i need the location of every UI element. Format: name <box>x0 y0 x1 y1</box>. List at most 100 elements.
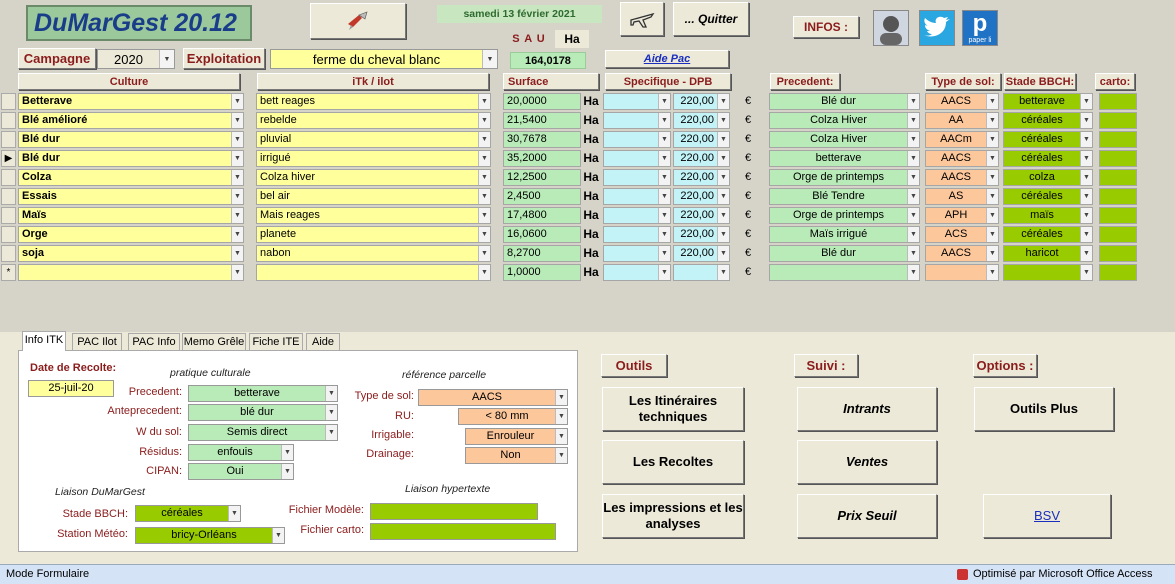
cell-itk[interactable]: bel air ▼ <box>256 188 491 205</box>
chevron-down-icon[interactable]: ▼ <box>228 506 240 521</box>
cell-sol[interactable]: AACS ▼ <box>925 245 999 262</box>
cell-dpb[interactable]: ▼ <box>673 264 730 281</box>
cell-culture[interactable]: Betterave ▼ <box>18 93 244 110</box>
chevron-down-icon[interactable]: ▼ <box>717 246 729 261</box>
cell-surface[interactable]: 17,4800 <box>503 207 581 224</box>
outils-plus-button[interactable]: Outils Plus <box>974 387 1114 431</box>
chevron-down-icon[interactable]: ▼ <box>1080 189 1092 204</box>
cell-culture[interactable]: Colza ▼ <box>18 169 244 186</box>
cell-itk[interactable]: nabon ▼ <box>256 245 491 262</box>
cell-carto[interactable] <box>1099 226 1137 243</box>
station-select[interactable]: bricy-Orléans ▼ <box>135 527 285 544</box>
chevron-down-icon[interactable]: ▼ <box>281 464 293 479</box>
tab-info-itk[interactable]: Info ITK <box>22 331 66 351</box>
chevron-down-icon[interactable]: ▼ <box>231 189 243 204</box>
chevron-down-icon[interactable]: ▼ <box>1080 94 1092 109</box>
cell-spec[interactable]: ▼ <box>603 150 671 167</box>
cell-precedent[interactable]: Colza Hiver ▼ <box>769 131 920 148</box>
chevron-down-icon[interactable]: ▼ <box>986 132 998 147</box>
chevron-down-icon[interactable]: ▼ <box>907 94 919 109</box>
cell-stade[interactable]: céréales ▼ <box>1003 188 1093 205</box>
quit-button[interactable]: ... Quitter <box>673 2 749 36</box>
anteprecedent-select[interactable]: blé dur ▼ <box>188 404 338 421</box>
chevron-down-icon[interactable]: ▼ <box>986 189 998 204</box>
itineraires-button[interactable]: Les Itinéraires techniques <box>602 387 744 431</box>
tab-pac-ilot[interactable]: PAC Ilot <box>72 333 122 350</box>
row-selector[interactable] <box>1 93 16 110</box>
cell-itk[interactable]: ▼ <box>256 264 491 281</box>
cell-carto[interactable] <box>1099 264 1137 281</box>
chevron-down-icon[interactable]: ▼ <box>325 386 337 401</box>
cell-surface[interactable]: 20,0000 <box>503 93 581 110</box>
cell-stade[interactable]: céréales ▼ <box>1003 226 1093 243</box>
cell-dpb[interactable]: 220,00 ▼ <box>673 169 730 186</box>
chevron-down-icon[interactable]: ▼ <box>555 409 567 424</box>
cell-carto[interactable] <box>1099 207 1137 224</box>
cell-surface[interactable]: 35,2000 <box>503 150 581 167</box>
cell-culture[interactable]: Blé amélioré ▼ <box>18 112 244 129</box>
chevron-down-icon[interactable]: ▼ <box>907 227 919 242</box>
chevron-down-icon[interactable]: ▼ <box>717 170 729 185</box>
intrants-button[interactable]: Intrants <box>797 387 937 431</box>
cell-spec[interactable]: ▼ <box>603 188 671 205</box>
campagne-select[interactable]: 2020 ▼ <box>97 49 175 69</box>
cell-dpb[interactable]: 220,00 ▼ <box>673 188 730 205</box>
chevron-down-icon[interactable]: ▼ <box>231 151 243 166</box>
chevron-down-icon[interactable]: ▼ <box>231 246 243 261</box>
residus-select[interactable]: enfouis ▼ <box>188 444 294 461</box>
chevron-down-icon[interactable]: ▼ <box>907 265 919 280</box>
chevron-down-icon[interactable]: ▼ <box>555 429 567 444</box>
cell-sol[interactable]: AS ▼ <box>925 188 999 205</box>
chevron-down-icon[interactable]: ▼ <box>478 246 490 261</box>
chevron-down-icon[interactable]: ▼ <box>478 170 490 185</box>
chevron-down-icon[interactable]: ▼ <box>658 132 670 147</box>
cell-stade[interactable]: betterave ▼ <box>1003 93 1093 110</box>
cell-carto[interactable] <box>1099 188 1137 205</box>
fichier-modele-field[interactable] <box>370 503 538 520</box>
chevron-down-icon[interactable]: ▼ <box>325 405 337 420</box>
cell-surface[interactable]: 21,5400 <box>503 112 581 129</box>
chevron-down-icon[interactable]: ▼ <box>717 189 729 204</box>
tab-memo-grele[interactable]: Memo Grêle <box>182 333 246 350</box>
cell-spec[interactable]: ▼ <box>603 226 671 243</box>
cell-stade[interactable]: ▼ <box>1003 264 1093 281</box>
chevron-down-icon[interactable]: ▼ <box>478 151 490 166</box>
chevron-down-icon[interactable]: ▼ <box>478 265 490 280</box>
cell-dpb[interactable]: 220,00 ▼ <box>673 131 730 148</box>
chevron-down-icon[interactable]: ▼ <box>478 132 490 147</box>
chevron-down-icon[interactable]: ▼ <box>986 246 998 261</box>
impressions-button[interactable]: Les impressions et les analyses <box>602 494 744 538</box>
chevron-down-icon[interactable]: ▼ <box>717 132 729 147</box>
twitter-link[interactable] <box>919 10 955 46</box>
chevron-down-icon[interactable]: ▼ <box>1080 227 1092 242</box>
chevron-down-icon[interactable]: ▼ <box>231 227 243 242</box>
cell-carto[interactable] <box>1099 131 1137 148</box>
cell-sol[interactable]: ACS ▼ <box>925 226 999 243</box>
tab-fiche-ite[interactable]: Fiche ITE <box>249 333 303 350</box>
cell-culture[interactable]: Maïs ▼ <box>18 207 244 224</box>
ru-select[interactable]: < 80 mm ▼ <box>458 408 568 425</box>
cell-precedent[interactable]: ▼ <box>769 264 920 281</box>
chevron-down-icon[interactable]: ▼ <box>281 445 293 460</box>
cell-surface[interactable]: 16,0600 <box>503 226 581 243</box>
cell-carto[interactable] <box>1099 93 1137 110</box>
chevron-down-icon[interactable]: ▼ <box>478 208 490 223</box>
cell-dpb[interactable]: 220,00 ▼ <box>673 93 730 110</box>
cell-stade[interactable]: haricot ▼ <box>1003 245 1093 262</box>
chevron-down-icon[interactable]: ▼ <box>555 390 567 405</box>
cell-sol[interactable]: AACm ▼ <box>925 131 999 148</box>
irrigable-select[interactable]: Enrouleur ▼ <box>465 428 568 445</box>
prix-seuil-button[interactable]: Prix Seuil <box>797 494 937 538</box>
cell-culture[interactable]: Orge ▼ <box>18 226 244 243</box>
chevron-down-icon[interactable]: ▼ <box>231 170 243 185</box>
chevron-down-icon[interactable]: ▼ <box>231 132 243 147</box>
chevron-down-icon[interactable]: ▼ <box>478 94 490 109</box>
row-selector[interactable]: * <box>1 264 16 281</box>
fichier-carto-field[interactable] <box>370 523 556 540</box>
cell-spec[interactable]: ▼ <box>603 245 671 262</box>
chevron-down-icon[interactable]: ▼ <box>658 94 670 109</box>
cell-culture[interactable]: soja ▼ <box>18 245 244 262</box>
cell-itk[interactable]: Colza hiver ▼ <box>256 169 491 186</box>
cell-spec[interactable]: ▼ <box>603 169 671 186</box>
cell-sol[interactable]: AA ▼ <box>925 112 999 129</box>
